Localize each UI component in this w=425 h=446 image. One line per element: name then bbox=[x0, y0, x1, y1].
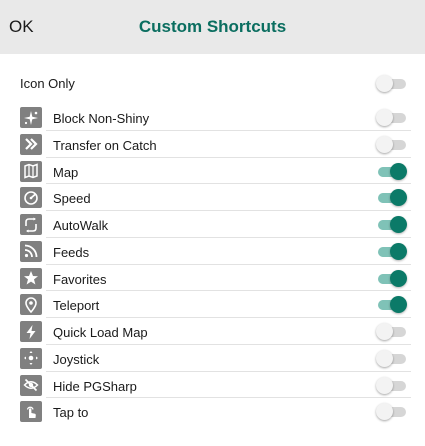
shortcut-row: Feeds bbox=[0, 238, 425, 265]
shortcut-row: AutoWalk bbox=[0, 211, 425, 238]
shortcut-toggle[interactable] bbox=[376, 109, 408, 126]
double-chevron-right-icon-glyph bbox=[25, 138, 38, 151]
page-title: Custom Shortcuts bbox=[138, 17, 287, 36]
shortcut-toggle[interactable] bbox=[376, 242, 408, 260]
shortcut-toggle[interactable] bbox=[376, 216, 408, 233]
shortcut-toggle[interactable] bbox=[376, 269, 408, 287]
shortcut-label: Favorites bbox=[53, 271, 107, 287]
tap-hand-icon-glyph bbox=[26, 406, 36, 418]
lightning-icon-glyph bbox=[26, 324, 36, 339]
shortcut-label: Teleport bbox=[53, 298, 100, 314]
toggle-thumb bbox=[376, 323, 393, 340]
shortcut-label: Map bbox=[53, 164, 79, 180]
shortcut-label: Block Non-Shiny bbox=[53, 111, 150, 126]
shortcut-label: Transfer on Catch bbox=[53, 137, 157, 153]
shortcut-list: Block Non-Shiny Transfer on Catch Map Speed… bbox=[0, 104, 425, 425]
location-pin-icon bbox=[20, 294, 42, 316]
double-chevron-right-icon bbox=[20, 133, 42, 155]
lightning-icon bbox=[20, 321, 42, 342]
sparkle-icon-glyph bbox=[24, 110, 38, 125]
icon-only-label: Icon Only bbox=[20, 76, 75, 91]
toggle-thumb bbox=[376, 376, 393, 394]
toggle-thumb bbox=[390, 242, 407, 260]
speedometer-icon-glyph bbox=[24, 190, 38, 205]
icon-only-row: Icon Only bbox=[0, 70, 425, 98]
toggle-thumb bbox=[376, 135, 393, 153]
shortcut-toggle[interactable] bbox=[376, 189, 408, 207]
toggle-thumb bbox=[390, 216, 407, 233]
sparkle-icon bbox=[20, 107, 42, 128]
joystick-icon-glyph bbox=[24, 351, 38, 366]
toggle-thumb bbox=[376, 349, 393, 367]
shortcut-row: Block Non-Shiny bbox=[0, 104, 425, 131]
location-pin-icon-glyph bbox=[25, 297, 37, 313]
shortcut-label: Tap to bbox=[53, 405, 89, 421]
shortcut-toggle[interactable] bbox=[376, 135, 408, 153]
shortcut-row: Map bbox=[0, 158, 425, 185]
shortcut-label: Quick Load Map bbox=[53, 325, 148, 340]
shortcut-label: Feeds bbox=[53, 244, 90, 260]
shortcut-label: AutoWalk bbox=[53, 218, 109, 233]
star-icon-glyph bbox=[24, 271, 38, 285]
eye-off-icon-glyph bbox=[23, 378, 39, 392]
tap-hand-icon bbox=[20, 401, 42, 423]
shortcut-label: Joystick bbox=[53, 351, 100, 367]
toggle-thumb bbox=[390, 189, 407, 207]
speedometer-icon bbox=[20, 187, 42, 209]
rss-feed-icon bbox=[20, 240, 42, 262]
shortcut-row: Transfer on Catch bbox=[0, 131, 425, 158]
shortcut-toggle[interactable] bbox=[376, 376, 408, 394]
toggle-thumb bbox=[376, 75, 393, 92]
shortcut-row: Joystick bbox=[0, 345, 425, 372]
loop-path-icon-glyph bbox=[25, 217, 37, 232]
toggle-thumb bbox=[390, 296, 407, 314]
shortcut-label: Hide PGSharp bbox=[53, 378, 137, 394]
toggle-thumb bbox=[390, 162, 407, 180]
loop-path-icon bbox=[20, 214, 42, 235]
eye-off-icon bbox=[20, 374, 42, 396]
header-bar: OK Custom Shortcuts bbox=[0, 0, 425, 54]
shortcut-toggle[interactable] bbox=[376, 296, 408, 314]
shortcut-label: Speed bbox=[53, 191, 91, 207]
shortcut-row: Teleport bbox=[0, 291, 425, 318]
shortcut-row: Tap to bbox=[0, 398, 425, 425]
toggle-thumb bbox=[390, 269, 407, 287]
shortcut-row: Favorites bbox=[0, 265, 425, 292]
shortcut-row: Speed bbox=[0, 184, 425, 211]
map-icon-glyph bbox=[24, 163, 38, 179]
toggle-thumb bbox=[376, 403, 393, 421]
shortcut-row: Quick Load Map bbox=[0, 318, 425, 345]
shortcut-toggle[interactable] bbox=[376, 162, 408, 180]
star-icon bbox=[20, 267, 42, 289]
map-icon bbox=[20, 160, 42, 182]
rss-feed-icon-glyph bbox=[24, 244, 38, 258]
shortcut-toggle[interactable] bbox=[376, 403, 408, 421]
shortcut-toggle[interactable] bbox=[376, 349, 408, 367]
toggle-thumb bbox=[376, 109, 393, 126]
icon-only-toggle[interactable] bbox=[376, 75, 408, 92]
joystick-icon bbox=[20, 347, 42, 369]
shortcut-row: Hide PGSharp bbox=[0, 372, 425, 399]
shortcut-toggle[interactable] bbox=[376, 323, 408, 340]
